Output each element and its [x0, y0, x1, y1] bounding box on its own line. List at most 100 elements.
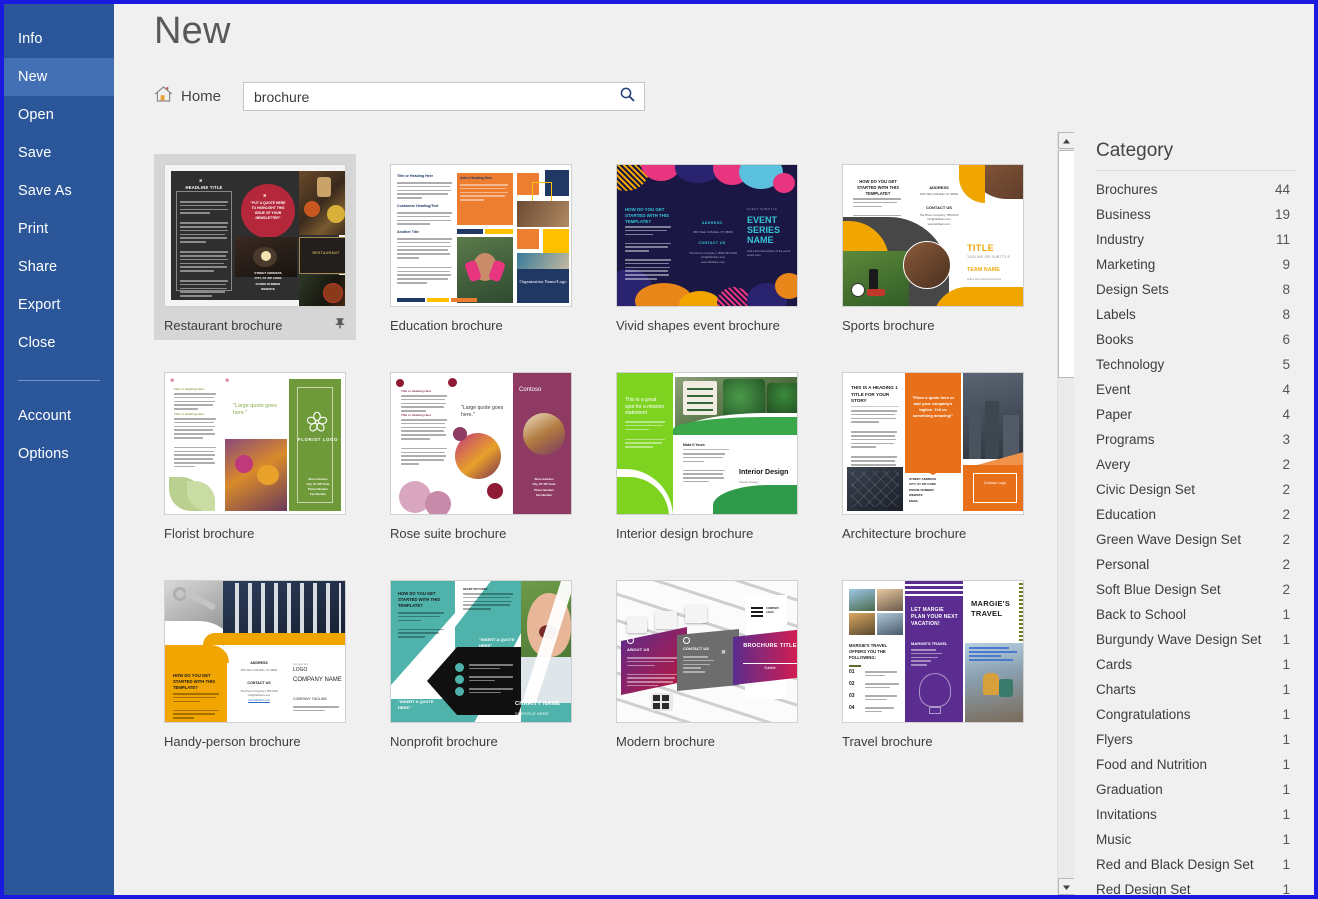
template-name: Florist brochure	[164, 525, 255, 541]
category-row[interactable]: Paper 4	[1074, 402, 1314, 427]
category-count: 1	[1282, 632, 1290, 647]
category-row[interactable]: Personal 2	[1074, 552, 1314, 577]
category-row[interactable]: Cards 1	[1074, 652, 1314, 677]
template-tile-travel-brochure[interactable]: MARGIE'S TRAVEL OFFERS YOU THE FOLLOWING…	[832, 570, 1034, 756]
backstage-item-close[interactable]: Close	[4, 324, 114, 362]
template-tile-restaurant-brochure[interactable]: ✖ HEADLINE TITLE "PUT A QUOTE HERE TO HI…	[154, 154, 356, 340]
category-row[interactable]: Books 6	[1074, 327, 1314, 352]
template-name: Education brochure	[390, 317, 503, 333]
template-tile-handy-person-brochure[interactable]: HOW DO YOU GET STARTED WITH THIS TEMPLAT…	[154, 570, 356, 756]
template-tile-vivid-shapes-event-brochure[interactable]: HOW DO YOU GET STARTED WITH THIS TEMPLAT…	[606, 154, 808, 340]
category-row[interactable]: Programs 3	[1074, 427, 1314, 452]
category-row[interactable]: Charts 1	[1074, 677, 1314, 702]
thumb-logo: LOGO	[293, 667, 308, 673]
category-label: Charts	[1096, 682, 1136, 697]
category-row[interactable]: Design Sets 8	[1074, 277, 1314, 302]
category-label: Red Design Set	[1096, 882, 1191, 897]
category-row[interactable]: Back to School 1	[1074, 602, 1314, 627]
thumb-subtitle: Interior Design	[739, 480, 759, 484]
category-row[interactable]: Avery 2	[1074, 452, 1314, 477]
category-row[interactable]: Burgundy Wave Design Set 1	[1074, 627, 1314, 652]
category-row[interactable]: Congratulations 1	[1074, 702, 1314, 727]
thumb-team: TEAM NAME	[967, 267, 1000, 273]
category-row[interactable]: Brochures 44	[1074, 177, 1314, 202]
category-list: Brochures 44 Business 19 Industry 11 Marketing…	[1074, 177, 1314, 897]
thumb-address: STREET ADDRESS CITY, ST ZIP CODE PHONE NUM…	[909, 477, 937, 503]
category-row[interactable]: Red and Black Design Set 1	[1074, 852, 1314, 877]
scroll-down-button[interactable]	[1058, 878, 1075, 895]
category-row[interactable]: Red Design Set 1	[1074, 877, 1314, 897]
template-tile-florist-brochure[interactable]: ✻ ✻ Title or Heading Here Title or Headi…	[154, 362, 356, 548]
template-tile-rose-suite-brochure[interactable]: Title or Heading Here Title or Heading H…	[380, 362, 582, 548]
category-row[interactable]: Soft Blue Design Set 2	[1074, 577, 1314, 602]
thumb-tagline: COMPANY TAGLINE	[293, 697, 327, 701]
category-row[interactable]: Event 4	[1074, 377, 1314, 402]
category-row[interactable]: Civic Design Set 2	[1074, 477, 1314, 502]
backstage-item-new[interactable]: New	[4, 58, 114, 96]
thumb-heading-2: Customize Heading/Text	[397, 204, 439, 208]
category-row[interactable]: Graduation 1	[1074, 777, 1314, 802]
category-label: Technology	[1096, 357, 1165, 372]
category-row[interactable]: Invitations 1	[1074, 802, 1314, 827]
category-row[interactable]: Industry 11	[1074, 227, 1314, 252]
backstage-item-account[interactable]: Account	[4, 397, 114, 435]
template-name: Interior design brochure	[616, 525, 754, 541]
category-row[interactable]: Education 2	[1074, 502, 1314, 527]
search-input[interactable]	[244, 87, 611, 106]
thumb-address-label: ADDRESS	[250, 661, 268, 665]
category-row[interactable]: Flyers 1	[1074, 727, 1314, 752]
category-label: Cards	[1096, 657, 1133, 672]
thumb-contact: CONTACT US	[683, 646, 709, 651]
scrollbar-thumb[interactable]	[1058, 150, 1075, 378]
template-tile-interior-design-brochure[interactable]: This is a great spot for a mission state…	[606, 362, 808, 548]
template-tile-architecture-brochure[interactable]: THIS IS A HEADING 1 TITLE FOR YOUR STORY	[832, 362, 1034, 548]
office-backstage-window: Info New Open Save Save As Print Share Export Cl…	[0, 0, 1318, 899]
thumb-quote: "Place a quote here or add your company'…	[911, 395, 955, 418]
backstage-item-save[interactable]: Save	[4, 134, 114, 172]
home-link[interactable]: Home	[154, 85, 221, 108]
category-row[interactable]: Technology 5	[1074, 352, 1314, 377]
chevron-down-icon	[1062, 878, 1071, 896]
grid-scrollbar[interactable]	[1057, 132, 1075, 895]
backstage-item-info[interactable]: Info	[4, 20, 114, 58]
category-row[interactable]: Food and Nutrition 1	[1074, 752, 1314, 777]
backstage-item-save-as[interactable]: Save As	[4, 172, 114, 210]
category-row[interactable]: Labels 8	[1074, 302, 1314, 327]
category-label: Food and Nutrition	[1096, 757, 1208, 772]
backstage-item-print[interactable]: Print	[4, 210, 114, 248]
template-name: Sports brochure	[842, 317, 935, 333]
scroll-up-button[interactable]	[1058, 132, 1075, 149]
home-icon	[154, 85, 173, 108]
backstage-item-share[interactable]: Share	[4, 248, 114, 286]
thumb-event-title: EVENT SERIES NAME	[747, 215, 781, 246]
category-label: Back to School	[1096, 607, 1187, 622]
template-grid-scroll: ✖ HEADLINE TITLE "PUT A QUOTE HERE TO HI…	[114, 132, 1074, 895]
backstage-item-open[interactable]: Open	[4, 96, 114, 134]
category-count: 1	[1282, 682, 1290, 697]
category-count: 44	[1274, 182, 1290, 197]
thumb-logo: RESTAURANT	[312, 251, 340, 255]
category-label: Flyers	[1096, 732, 1133, 747]
category-row[interactable]: Green Wave Design Set 2	[1074, 527, 1314, 552]
template-tile-education-brochure[interactable]: Title or Heading Here Customize Heading/…	[380, 154, 582, 340]
category-count: 5	[1282, 357, 1290, 372]
thumb-team-desc: Add a brief description here	[967, 277, 1002, 281]
template-tile-modern-brochure[interactable]: COMPANY LOGO ABOUT US CONTACT US ✖ BROCH…	[606, 570, 808, 756]
search-button[interactable]	[610, 83, 644, 110]
template-thumbnail-architecture: THIS IS A HEADING 1 TITLE FOR YOUR STORY	[842, 372, 1024, 515]
category-row[interactable]: Business 19	[1074, 202, 1314, 227]
category-count: 1	[1282, 732, 1290, 747]
template-tile-sports-brochure[interactable]: HOW DO YOU GET STARTED WITH THIS TEMPLAT…	[832, 154, 1034, 340]
category-row[interactable]: Music 1	[1074, 827, 1314, 852]
thumb-quote: "PUT A QUOTE HERE TO HIGHLIGHT THIS ISSU…	[241, 184, 295, 238]
backstage-item-options[interactable]: Options	[4, 435, 114, 473]
category-label: Graduation	[1096, 782, 1163, 797]
template-tile-nonprofit-brochure[interactable]: HOW DO YOU GET STARTED WITH THIS TEMPLAT…	[380, 570, 582, 756]
backstage-item-export[interactable]: Export	[4, 286, 114, 324]
pin-icon[interactable]	[334, 316, 346, 334]
category-label: Invitations	[1096, 807, 1157, 822]
template-name: Handy-person brochure	[164, 733, 301, 749]
search-box[interactable]	[243, 82, 646, 111]
category-row[interactable]: Marketing 9	[1074, 252, 1314, 277]
category-count: 2	[1282, 457, 1290, 472]
